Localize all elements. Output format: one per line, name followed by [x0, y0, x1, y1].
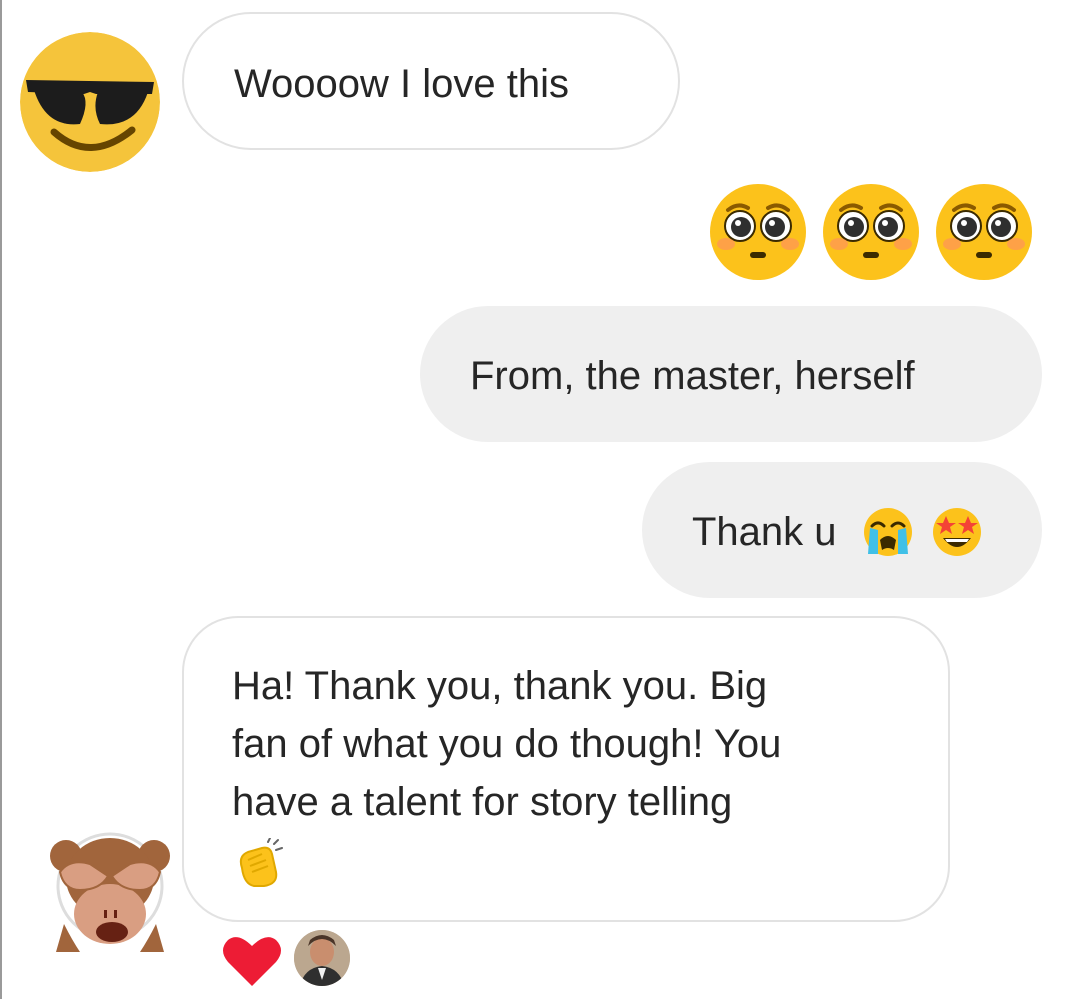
message-text-line: fan of what you do though! You	[232, 722, 782, 766]
red-heart-icon	[223, 937, 281, 986]
pleading-face-emoji-icon	[823, 184, 919, 280]
star-struck-emoji-icon	[932, 508, 981, 557]
outgoing-message-bubble[interactable]: From, the master, herself	[420, 306, 1042, 442]
see-no-evil-monkey-icon	[50, 832, 170, 952]
sender-avatar-sunglasses[interactable]	[20, 32, 160, 172]
loudly-crying-face-emoji-icon	[863, 508, 912, 557]
message-text: From, the master, herself	[470, 354, 915, 399]
outgoing-message-bubble[interactable]: Thank u	[642, 462, 1042, 598]
reactions-bar[interactable]	[222, 930, 362, 990]
reactor-avatar[interactable]	[294, 930, 350, 986]
emoji-message[interactable]	[708, 182, 1034, 282]
pleading-face-emoji-icon	[710, 184, 806, 280]
message-text: Thank u	[692, 510, 837, 555]
message-text: Woooow I love this	[234, 62, 569, 107]
pleading-face-emoji-icon	[936, 184, 1032, 280]
message-text-line: Ha! Thank you, thank you. Big	[232, 664, 768, 708]
incoming-message-bubble[interactable]: Ha! Thank you, thank you. Big fan of wha…	[182, 616, 950, 922]
incoming-message-bubble[interactable]: Woooow I love this	[182, 12, 680, 150]
message-text-line: have a talent for story telling	[232, 780, 733, 824]
sender-avatar-monkey[interactable]	[50, 828, 170, 952]
clapping-hands-emoji-icon	[239, 837, 283, 887]
smiling-face-with-sunglasses-icon	[20, 32, 160, 172]
chat-screen: Woooow I love this From, the master, her…	[0, 0, 1080, 999]
user-photo-avatar-icon	[294, 930, 350, 986]
